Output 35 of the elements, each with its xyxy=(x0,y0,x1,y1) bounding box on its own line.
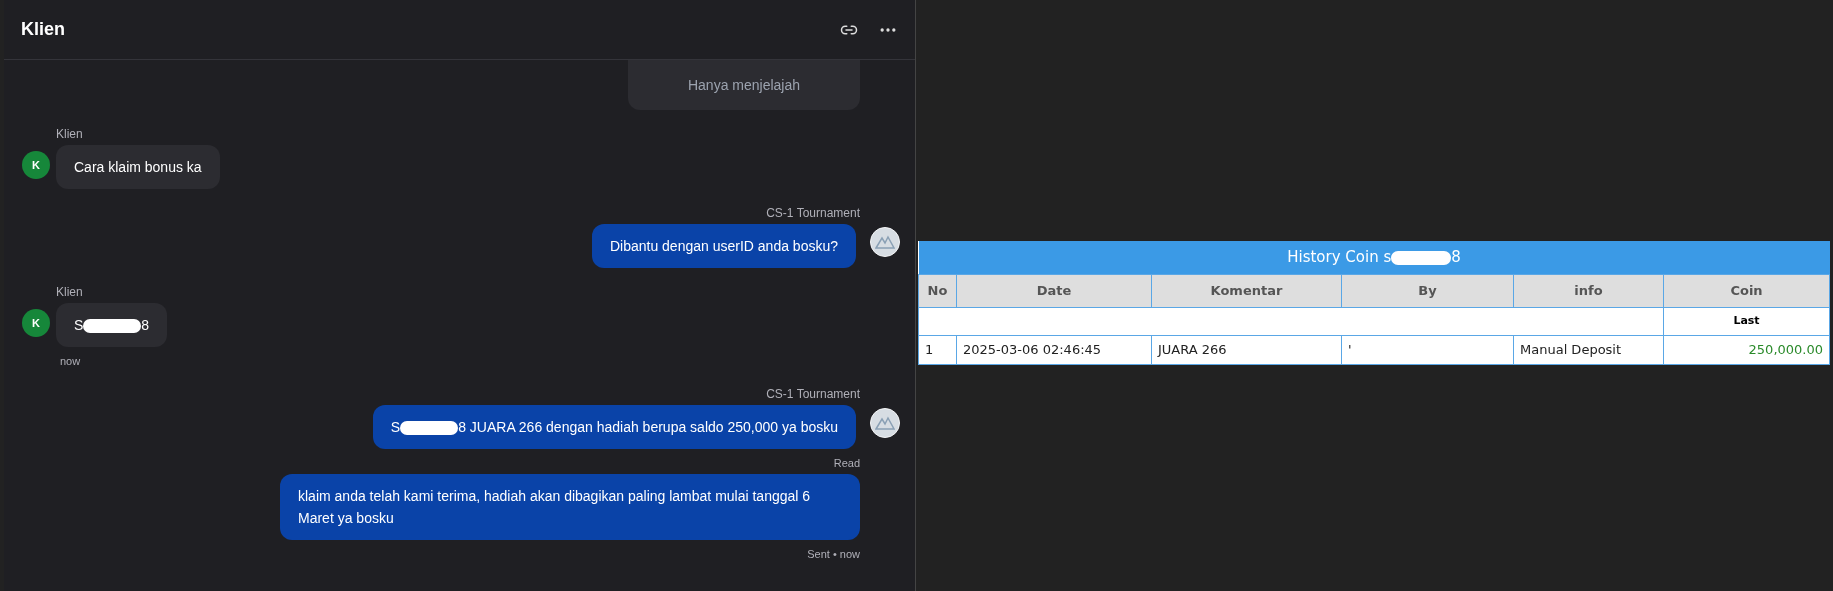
table-cell: Last xyxy=(1663,307,1830,335)
sender-name: Klien xyxy=(56,126,83,143)
column-header: Komentar xyxy=(1151,274,1342,307)
redaction-mark xyxy=(83,319,142,334)
redaction-mark xyxy=(1391,250,1452,265)
redaction-mark xyxy=(400,420,459,435)
table-cell: 1 xyxy=(918,335,957,364)
user-avatar: K xyxy=(22,309,50,337)
column-header: No xyxy=(918,274,957,307)
user-avatar: K xyxy=(22,151,50,179)
table-cell: Manual Deposit xyxy=(1513,335,1664,364)
sender-name: CS-1 Tournament xyxy=(766,205,860,222)
sender-name: CS-1 Tournament xyxy=(766,385,860,403)
message-status: now xyxy=(60,354,81,369)
agent-avatar xyxy=(870,227,900,257)
table-cell: 250,000.00 xyxy=(1663,335,1830,364)
chat-title: Klien xyxy=(21,18,65,41)
message-bubble: Cara klaim bonus ka xyxy=(56,145,220,189)
table-cell: JUARA 266 xyxy=(1151,335,1342,364)
table-title: History Coin s 8 xyxy=(918,241,1830,274)
column-header: Coin xyxy=(1663,274,1830,307)
agent-avatar xyxy=(870,407,900,438)
table-cell: ' xyxy=(1341,335,1514,364)
message-bubble: Hanya menjelajah xyxy=(628,60,860,110)
column-header: By xyxy=(1341,274,1514,307)
message-bubble: S 8 xyxy=(56,303,168,347)
column-header: info xyxy=(1513,274,1664,307)
message-status: Sent • now xyxy=(807,547,860,562)
message-bubble: S 8 JUARA 266 dengan hadiah berupa saldo 250,000 ya bosku xyxy=(372,404,856,449)
message-bubble: klaim anda telah kami terima, hadiah akan dibagikan paling lambat mulai tanggal 6 Maret ya bosku xyxy=(280,474,860,540)
table-cell: 2025-03-06 02:46:45 xyxy=(956,335,1152,364)
message-bubble: Dibantu dengan userID anda bosku? xyxy=(591,224,856,268)
column-header: Date xyxy=(956,274,1152,307)
message-status: Read xyxy=(833,455,860,471)
sender-name: Klien xyxy=(56,284,83,301)
